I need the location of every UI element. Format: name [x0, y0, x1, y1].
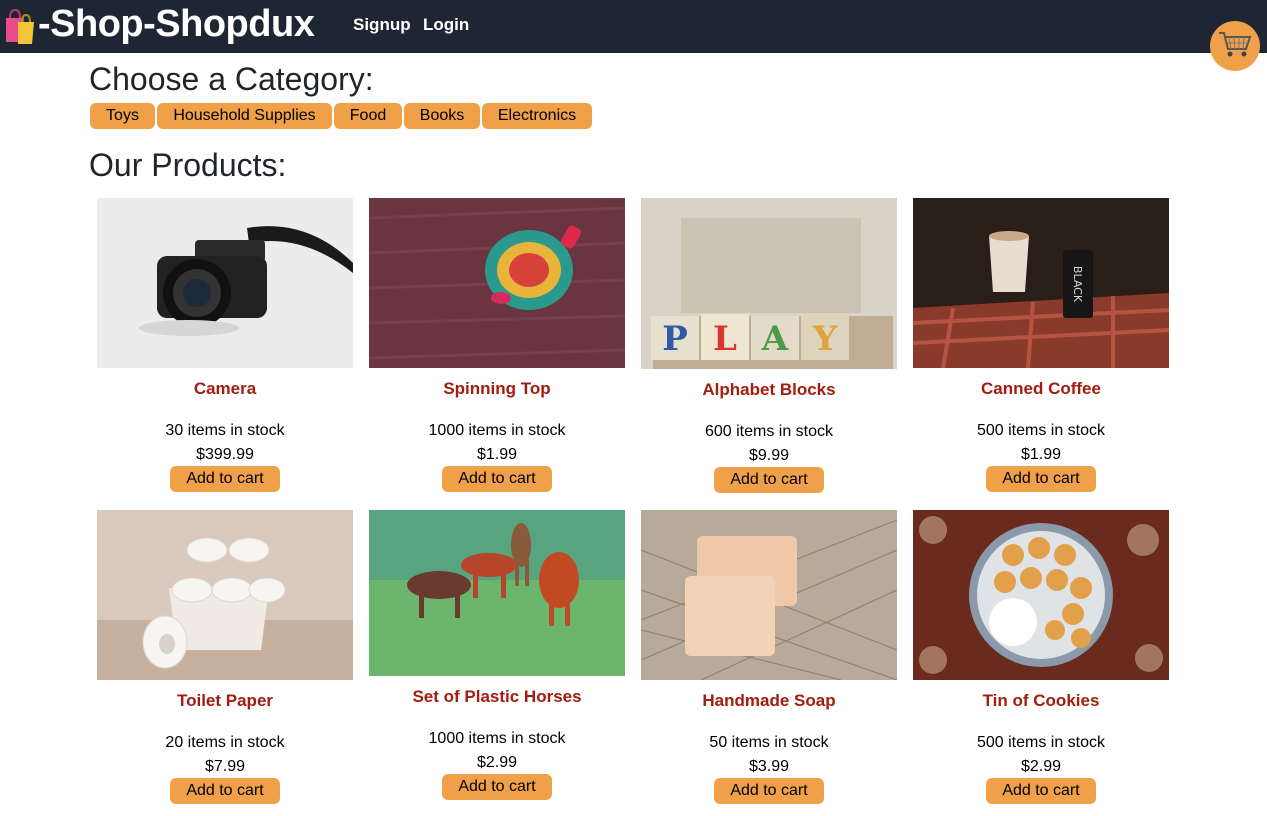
alphabet-blocks-image: P L A Y — [641, 198, 897, 369]
category-toys-button[interactable]: Toys — [90, 103, 155, 129]
camera-image — [97, 198, 353, 368]
navbar: -Shop-Shopdux Signup Login — [0, 0, 1267, 53]
product-stock: 500 items in stock — [976, 734, 1106, 751]
brand-name: -Shop-Shopdux — [38, 3, 315, 45]
product-price: $399.99 — [196, 446, 254, 463]
product-stock: 50 items in stock — [709, 734, 829, 751]
svg-text:A: A — [761, 319, 789, 359]
add-to-cart-button[interactable]: Add to cart — [442, 774, 552, 800]
signup-link[interactable]: Signup — [353, 15, 411, 35]
add-to-cart-button[interactable]: Add to cart — [714, 467, 824, 493]
add-to-cart-button[interactable]: Add to cart — [986, 778, 1096, 804]
product-name[interactable]: Toilet Paper — [97, 691, 353, 711]
product-price: $7.99 — [204, 758, 246, 775]
product-name[interactable]: Tin of Cookies — [913, 691, 1169, 711]
category-food-button[interactable]: Food — [334, 103, 402, 129]
product-stock: 600 items in stock — [704, 423, 834, 440]
canned-coffee-image: BLACK — [913, 198, 1169, 368]
product-price: $2.99 — [1020, 758, 1062, 775]
product-stock: 500 items in stock — [976, 422, 1106, 439]
product-name[interactable]: Handmade Soap — [641, 691, 897, 711]
product-name[interactable]: Camera — [97, 379, 353, 399]
login-link[interactable]: Login — [423, 15, 469, 35]
tin-of-cookies-image — [913, 510, 1169, 680]
category-books-button[interactable]: Books — [404, 103, 480, 129]
add-to-cart-button[interactable]: Add to cart — [714, 778, 824, 804]
product-name[interactable]: Spinning Top — [369, 379, 625, 399]
add-to-cart-button[interactable]: Add to cart — [442, 466, 552, 492]
category-electronics-button[interactable]: Electronics — [482, 103, 592, 129]
spinning-top-image — [369, 198, 625, 368]
product-price: $1.99 — [1020, 446, 1062, 463]
brand-logo[interactable]: -Shop-Shopdux — [0, 2, 315, 46]
svg-text:Y: Y — [812, 319, 838, 359]
product-name[interactable]: Set of Plastic Horses — [369, 687, 625, 707]
cart-button[interactable] — [1210, 21, 1260, 71]
add-to-cart-button[interactable]: Add to cart — [986, 466, 1096, 492]
shopping-cart-icon — [1217, 29, 1253, 64]
svg-text:P: P — [662, 319, 688, 359]
handmade-soap-image — [641, 510, 897, 680]
product-name[interactable]: Canned Coffee — [913, 379, 1169, 399]
add-to-cart-button[interactable]: Add to cart — [170, 466, 280, 492]
add-to-cart-button[interactable]: Add to cart — [170, 778, 280, 804]
plastic-horses-image — [369, 510, 625, 676]
products-heading: Our Products: — [89, 147, 287, 183]
product-stock: 30 items in stock — [165, 422, 285, 439]
categories-heading: Choose a Category: — [89, 61, 374, 97]
product-price: $3.99 — [748, 758, 790, 775]
product-price: $9.99 — [748, 447, 790, 464]
product-price: $1.99 — [476, 446, 518, 463]
category-household-button[interactable]: Household Supplies — [157, 103, 332, 129]
product-stock: 1000 items in stock — [428, 730, 566, 747]
product-name[interactable]: Alphabet Blocks — [641, 380, 897, 400]
product-stock: 20 items in stock — [165, 734, 285, 751]
product-price: $2.99 — [476, 754, 518, 771]
svg-text:L: L — [713, 319, 737, 359]
svg-text:BLACK: BLACK — [1071, 266, 1084, 303]
toilet-paper-image — [97, 510, 353, 680]
product-stock: 1000 items in stock — [428, 422, 566, 439]
shopping-bags-icon — [0, 2, 38, 46]
